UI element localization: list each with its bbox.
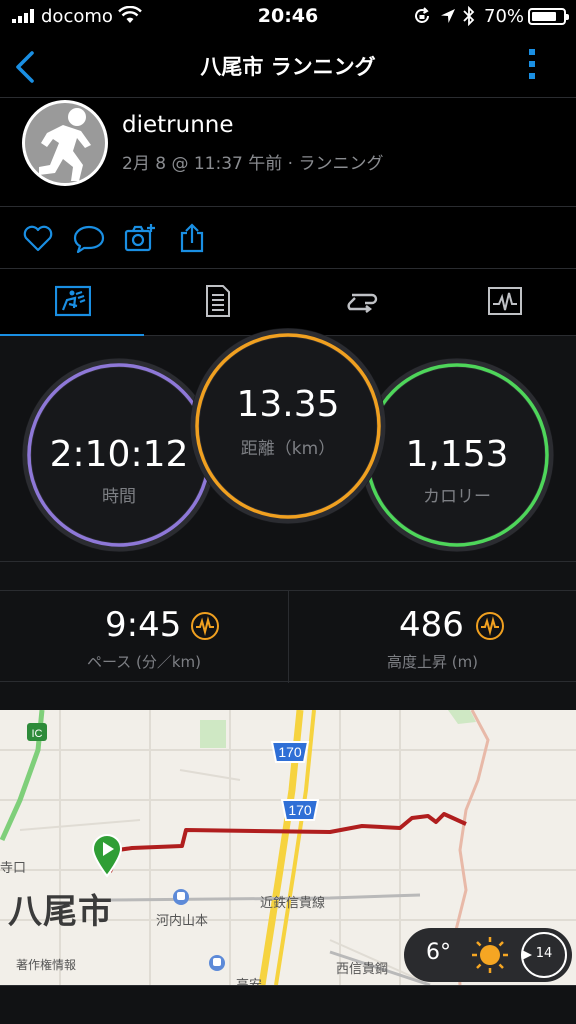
battery-percent: 70% bbox=[484, 6, 525, 27]
time-value: 2:10:12 bbox=[49, 434, 189, 475]
distance-ring[interactable]: 13.35 距離（km） bbox=[190, 328, 386, 524]
activity-tabs bbox=[0, 269, 576, 337]
weather-badge[interactable]: 6° 14 bbox=[404, 928, 572, 982]
username[interactable]: dietrunne bbox=[122, 112, 234, 138]
map-label-station: 河内山本 bbox=[156, 914, 209, 929]
map-label-rail-line: 近鉄信貴線 bbox=[260, 896, 326, 911]
comment-icon[interactable] bbox=[73, 223, 105, 253]
activity-meta: 2月 8 @ 11:37 午前 · ランニング bbox=[122, 154, 384, 174]
share-icon[interactable] bbox=[176, 223, 208, 253]
summary-icon bbox=[55, 285, 91, 317]
route-number-2: 170 bbox=[288, 802, 312, 818]
navigation-header: 八尾市 ランニング bbox=[0, 34, 576, 98]
tab-graphs[interactable] bbox=[432, 269, 576, 336]
laps-icon bbox=[347, 293, 378, 313]
map-label-partial: 寺口 bbox=[0, 861, 27, 876]
heart-icon[interactable] bbox=[22, 223, 54, 253]
status-bar: docomo 20:46 70% bbox=[0, 0, 576, 34]
avatar[interactable] bbox=[22, 100, 108, 186]
temperature: 6° bbox=[426, 940, 451, 965]
elevation-value: 486 bbox=[399, 605, 464, 645]
time-label: 時間 bbox=[102, 487, 136, 507]
map-copyright-link[interactable]: 著作権情報 bbox=[16, 956, 76, 973]
page-title: 八尾市 ランニング bbox=[200, 55, 376, 79]
route-map[interactable]: 170 170 IC 寺口 近鉄信貴線 河内山本 西信貴鋼 高安 八尾市 著作権… bbox=[0, 710, 576, 985]
runner-silhouette-icon bbox=[39, 108, 91, 181]
ic-label: IC bbox=[32, 728, 43, 740]
activity-pulse-icon bbox=[476, 612, 504, 640]
route-number-1: 170 bbox=[278, 744, 302, 760]
ic-badge: IC bbox=[27, 723, 47, 741]
battery-icon bbox=[528, 8, 569, 25]
start-pin-icon[interactable] bbox=[90, 832, 124, 878]
pace-value: 9:45 bbox=[105, 605, 182, 645]
distance-ring-outline bbox=[190, 328, 386, 524]
details-icon bbox=[206, 285, 230, 317]
distance-value: 13.35 bbox=[236, 384, 340, 425]
route-shield-2: 170 bbox=[280, 799, 320, 821]
pace-stat[interactable]: 9:45 ペース (分／km) bbox=[0, 591, 288, 683]
orientation-lock-icon bbox=[415, 7, 429, 23]
more-options-icon[interactable] bbox=[520, 46, 544, 86]
distance-label: 距離（km） bbox=[240, 439, 336, 459]
activity-pulse-icon bbox=[191, 612, 219, 640]
wind-icon: 14 bbox=[521, 932, 567, 978]
elevation-label: 高度上昇 (m) bbox=[386, 653, 479, 671]
map-label-road: 西信貴鋼 bbox=[336, 962, 389, 977]
tab-summary[interactable] bbox=[0, 269, 144, 337]
stats-row: 9:45 ペース (分／km) 486 高度上昇 (m) bbox=[0, 590, 576, 683]
add-photo-icon[interactable] bbox=[124, 223, 156, 253]
tab-details[interactable] bbox=[144, 269, 288, 336]
map-label-station-2: 高安 bbox=[236, 974, 262, 985]
calories-value: 1,153 bbox=[405, 434, 509, 475]
calories-label: カロリー bbox=[423, 487, 491, 507]
wind-speed: 14 bbox=[535, 946, 553, 961]
map-city-label: 八尾市 bbox=[8, 892, 113, 932]
action-row bbox=[0, 207, 576, 269]
summary-rings: 2:10:12 時間 1,153 カロリー 13.35 距離（km） bbox=[0, 328, 576, 562]
train-station-icon bbox=[209, 955, 225, 971]
location-arrow-icon bbox=[441, 9, 455, 23]
tab-laps[interactable] bbox=[288, 269, 432, 336]
calories-ring[interactable]: 1,153 カロリー bbox=[360, 358, 554, 552]
bluetooth-icon bbox=[463, 6, 475, 26]
bottom-spacer bbox=[0, 985, 576, 1024]
pace-label: ペース (分／km) bbox=[86, 653, 202, 671]
train-station-icon bbox=[173, 889, 189, 905]
sun-icon bbox=[472, 937, 508, 973]
activity-profile: dietrunne 2月 8 @ 11:37 午前 · ランニング bbox=[0, 98, 576, 207]
graph-icon bbox=[488, 287, 522, 315]
route-shield-1: 170 bbox=[270, 741, 310, 763]
time-ring[interactable]: 2:10:12 時間 bbox=[22, 358, 216, 552]
elevation-stat[interactable]: 486 高度上昇 (m) bbox=[288, 591, 576, 683]
